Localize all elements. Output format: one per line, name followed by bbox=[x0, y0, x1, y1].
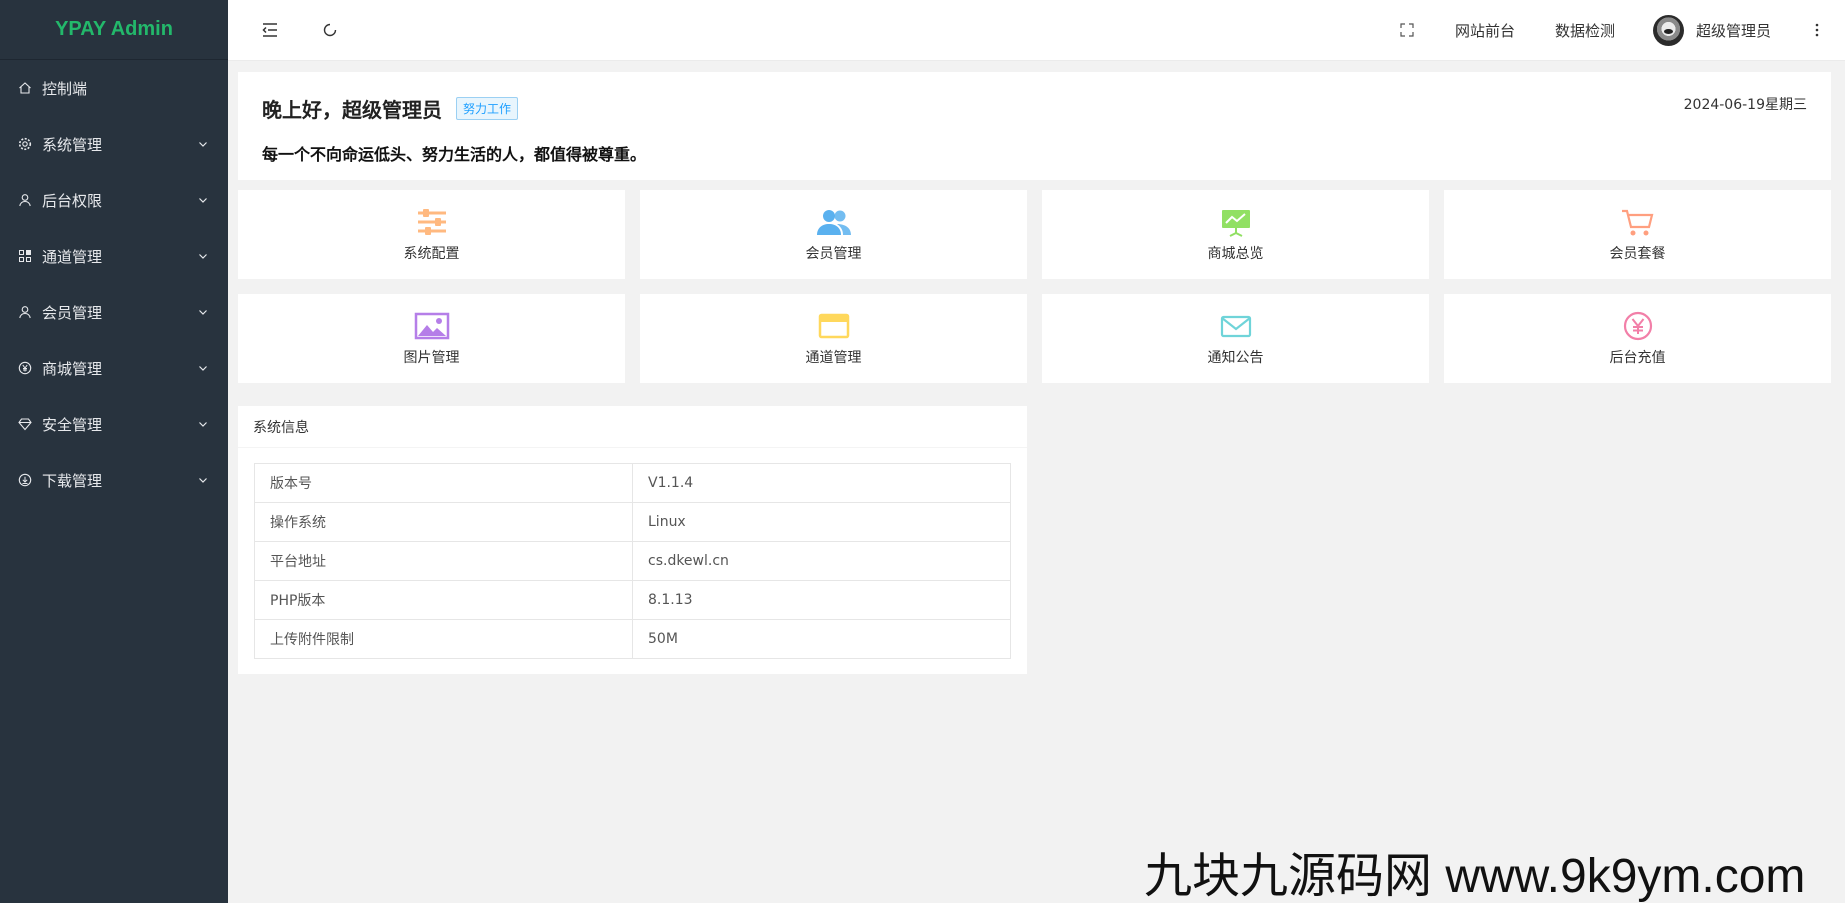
sidebar-item-3[interactable]: 通道管理 bbox=[0, 228, 228, 284]
sidebar-item-2[interactable]: 后台权限 bbox=[0, 172, 228, 228]
chevron-down-icon bbox=[196, 473, 210, 487]
info-value: 50M bbox=[632, 619, 1011, 659]
chevron-down-icon bbox=[196, 417, 210, 431]
quick-link-card[interactable]: 通道管理 bbox=[640, 294, 1027, 383]
quick-link-card[interactable]: 图片管理 bbox=[238, 294, 625, 383]
greeting-title: 晚上好，超级管理员 bbox=[262, 98, 442, 122]
table-row: 平台地址 cs.dkewl.cn bbox=[254, 541, 1011, 581]
refresh-button[interactable] bbox=[302, 0, 358, 60]
gear-icon bbox=[18, 137, 32, 151]
sidebar-item-label: 安全管理 bbox=[42, 415, 103, 434]
refresh-icon bbox=[323, 23, 337, 37]
quick-link-card[interactable]: 通知公告 bbox=[1042, 294, 1429, 383]
quick-link-card[interactable]: 会员套餐 bbox=[1444, 190, 1831, 279]
info-value: V1.1.4 bbox=[632, 463, 1011, 503]
download-circle-icon bbox=[18, 473, 32, 487]
info-key: 版本号 bbox=[254, 463, 633, 503]
quick-link-card[interactable]: 系统配置 bbox=[238, 190, 625, 279]
sidebar-item-7[interactable]: 下载管理 bbox=[0, 452, 228, 508]
table-row: 操作系统 Linux bbox=[254, 502, 1011, 542]
top-header: 网站前台 数据检测 超级管理员 bbox=[228, 0, 1845, 61]
sidebar-item-label: 商城管理 bbox=[42, 359, 103, 378]
quick-link-label: 后台充值 bbox=[1609, 349, 1666, 366]
current-date: 2024-06-19星期三 bbox=[1683, 97, 1807, 113]
quick-link-label: 商城总览 bbox=[1207, 245, 1264, 262]
sidebar-item-label: 系统管理 bbox=[42, 135, 103, 154]
cart-icon bbox=[1619, 207, 1657, 237]
watermark-text: 九块九源码网 www.9k9ym.com bbox=[1144, 850, 1806, 903]
chevron-down-icon bbox=[196, 193, 210, 207]
sidebar-item-label: 控制端 bbox=[42, 79, 88, 98]
sidebar-menu: 控制端系统管理后台权限通道管理会员管理商城管理安全管理下载管理 bbox=[0, 60, 228, 508]
table-row: 上传附件限制 50M bbox=[254, 619, 1011, 659]
quick-link-label: 会员套餐 bbox=[1609, 245, 1666, 262]
user-menu[interactable]: 超级管理员 bbox=[1635, 0, 1789, 60]
sidebar-item-label: 下载管理 bbox=[42, 471, 103, 490]
sidebar-item-1[interactable]: 系统管理 bbox=[0, 116, 228, 172]
chevron-down-icon bbox=[196, 137, 210, 151]
system-info-table: 版本号 V1.1.4 操作系统 Linux 平台地址 cs.dkewl.cn PHP版本 8.… bbox=[254, 463, 1011, 659]
image-icon bbox=[413, 311, 451, 341]
sliders-icon bbox=[413, 207, 451, 237]
menu-fold-icon bbox=[262, 23, 277, 37]
greeting-card: 晚上好，超级管理员 努力工作 2024-06-19星期三 每一个不向命运低头、努… bbox=[238, 72, 1831, 180]
chevron-down-icon bbox=[196, 361, 210, 375]
yen-circle-icon bbox=[18, 361, 32, 375]
quick-link-card[interactable]: 会员管理 bbox=[640, 190, 1027, 279]
quick-link-card[interactable]: 后台充值 bbox=[1444, 294, 1831, 383]
diamond-icon bbox=[18, 417, 32, 431]
sidebar-item-label: 通道管理 bbox=[42, 247, 103, 266]
avatar bbox=[1652, 14, 1684, 46]
quick-link-card[interactable]: 商城总览 bbox=[1042, 190, 1429, 279]
system-info-title: 系统信息 bbox=[238, 406, 1027, 448]
info-key: PHP版本 bbox=[254, 580, 633, 620]
sidebar: YPAY Admin 控制端系统管理后台权限通道管理会员管理商城管理安全管理下载… bbox=[0, 0, 228, 903]
fullscreen-button[interactable] bbox=[1379, 0, 1435, 60]
site-frontend-link[interactable]: 网站前台 bbox=[1435, 0, 1535, 60]
sidebar-item-label: 后台权限 bbox=[42, 191, 103, 210]
info-value: cs.dkewl.cn bbox=[632, 541, 1011, 581]
user-name: 超级管理员 bbox=[1695, 21, 1771, 40]
apps-icon bbox=[18, 249, 32, 263]
quick-links-grid: 系统配置 会员管理 商城总览 会员套餐图片管理 通道管理 通知公告 后台充值 bbox=[238, 190, 1831, 383]
info-value: Linux bbox=[632, 502, 1011, 542]
table-row: 版本号 V1.1.4 bbox=[254, 463, 1011, 503]
status-badge: 努力工作 bbox=[456, 97, 519, 120]
more-vertical-icon bbox=[1815, 23, 1819, 37]
quick-link-label: 系统配置 bbox=[403, 245, 460, 262]
chevron-down-icon bbox=[196, 305, 210, 319]
fullscreen-icon bbox=[1400, 23, 1414, 37]
sidebar-item-0[interactable]: 控制端 bbox=[0, 60, 228, 116]
user-icon bbox=[18, 305, 32, 319]
table-row: PHP版本 8.1.13 bbox=[254, 580, 1011, 620]
more-button[interactable] bbox=[1789, 0, 1845, 60]
presentation-chart-icon bbox=[1217, 207, 1255, 237]
sidebar-item-6[interactable]: 安全管理 bbox=[0, 396, 228, 452]
quick-link-label: 图片管理 bbox=[403, 349, 460, 366]
app-logo[interactable]: YPAY Admin bbox=[0, 0, 228, 60]
main-content: 晚上好，超级管理员 努力工作 2024-06-19星期三 每一个不向命运低头、努… bbox=[238, 72, 1831, 674]
system-info-card: 系统信息 版本号 V1.1.4 操作系统 Linux 平台地址 cs.dkewl.cn PH… bbox=[238, 406, 1027, 674]
info-value: 8.1.13 bbox=[632, 580, 1011, 620]
sidebar-item-label: 会员管理 bbox=[42, 303, 103, 322]
info-key: 平台地址 bbox=[254, 541, 633, 581]
info-key: 上传附件限制 bbox=[254, 619, 633, 659]
quick-link-label: 通知公告 bbox=[1207, 349, 1264, 366]
sidebar-item-5[interactable]: 商城管理 bbox=[0, 340, 228, 396]
chevron-down-icon bbox=[196, 249, 210, 263]
quick-link-label: 会员管理 bbox=[805, 245, 862, 262]
data-check-link[interactable]: 数据检测 bbox=[1535, 0, 1635, 60]
menu-fold-button[interactable] bbox=[242, 0, 298, 60]
users-icon bbox=[815, 207, 853, 237]
sidebar-item-4[interactable]: 会员管理 bbox=[0, 284, 228, 340]
home-icon bbox=[18, 81, 32, 95]
quick-link-label: 通道管理 bbox=[805, 349, 862, 366]
info-key: 操作系统 bbox=[254, 502, 633, 542]
window-icon bbox=[815, 311, 853, 341]
mail-icon bbox=[1217, 311, 1255, 341]
yen-circle-icon bbox=[1619, 311, 1657, 341]
user-icon bbox=[18, 193, 32, 207]
motto-text: 每一个不向命运低头、努力生活的人，都值得被尊重。 bbox=[262, 145, 647, 164]
